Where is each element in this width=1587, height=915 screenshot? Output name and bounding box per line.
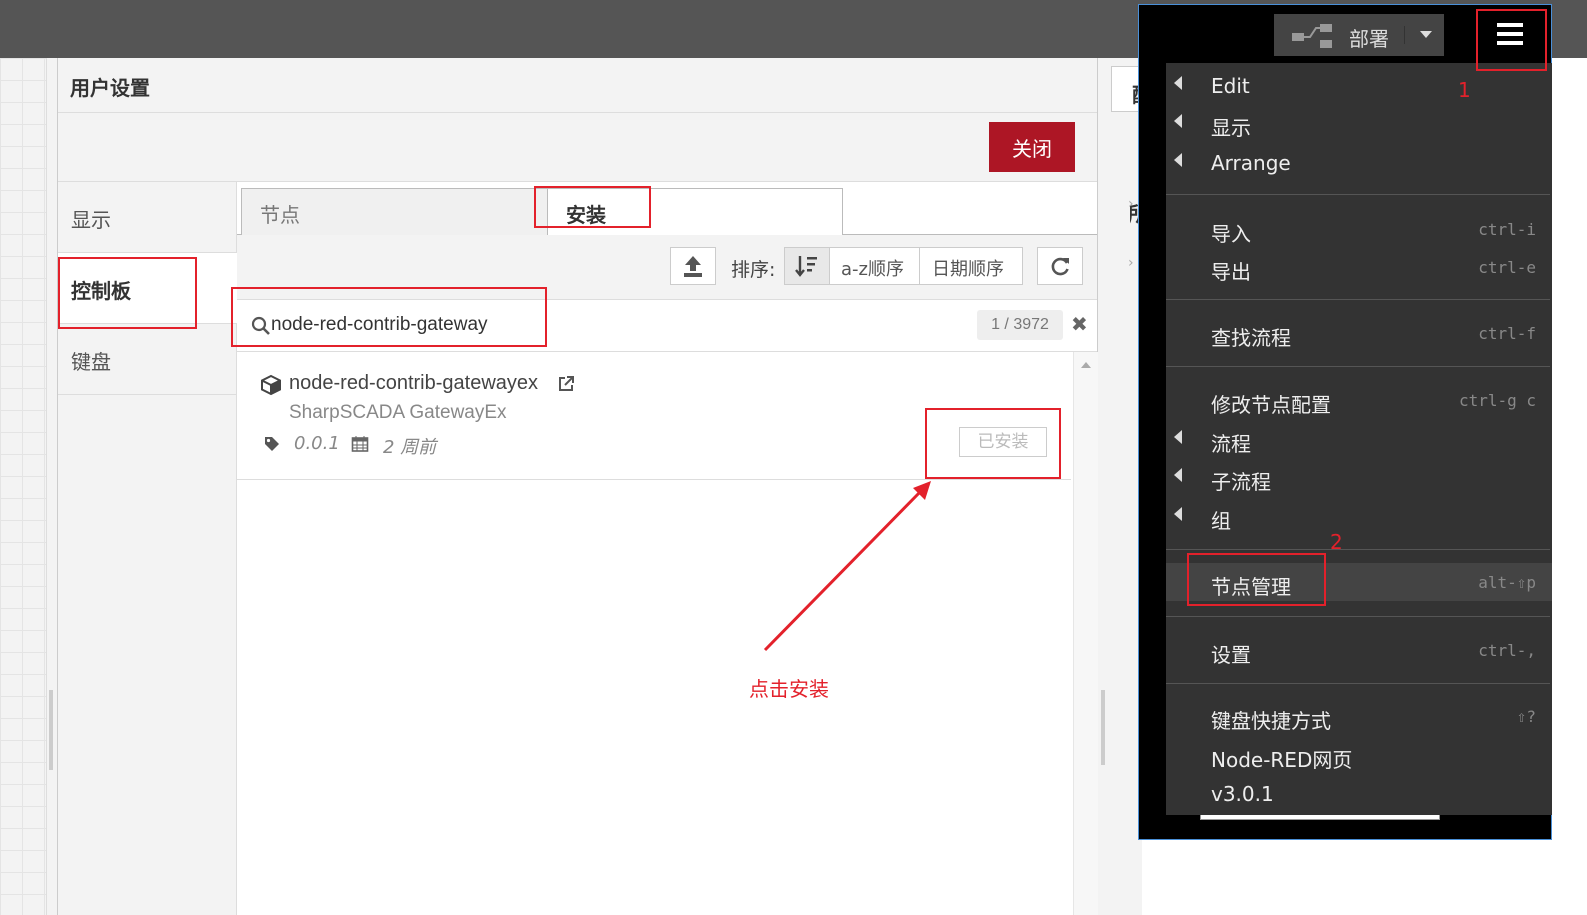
annotation-hint: 点击安装 bbox=[749, 677, 829, 701]
annotation-arrow bbox=[763, 481, 931, 652]
